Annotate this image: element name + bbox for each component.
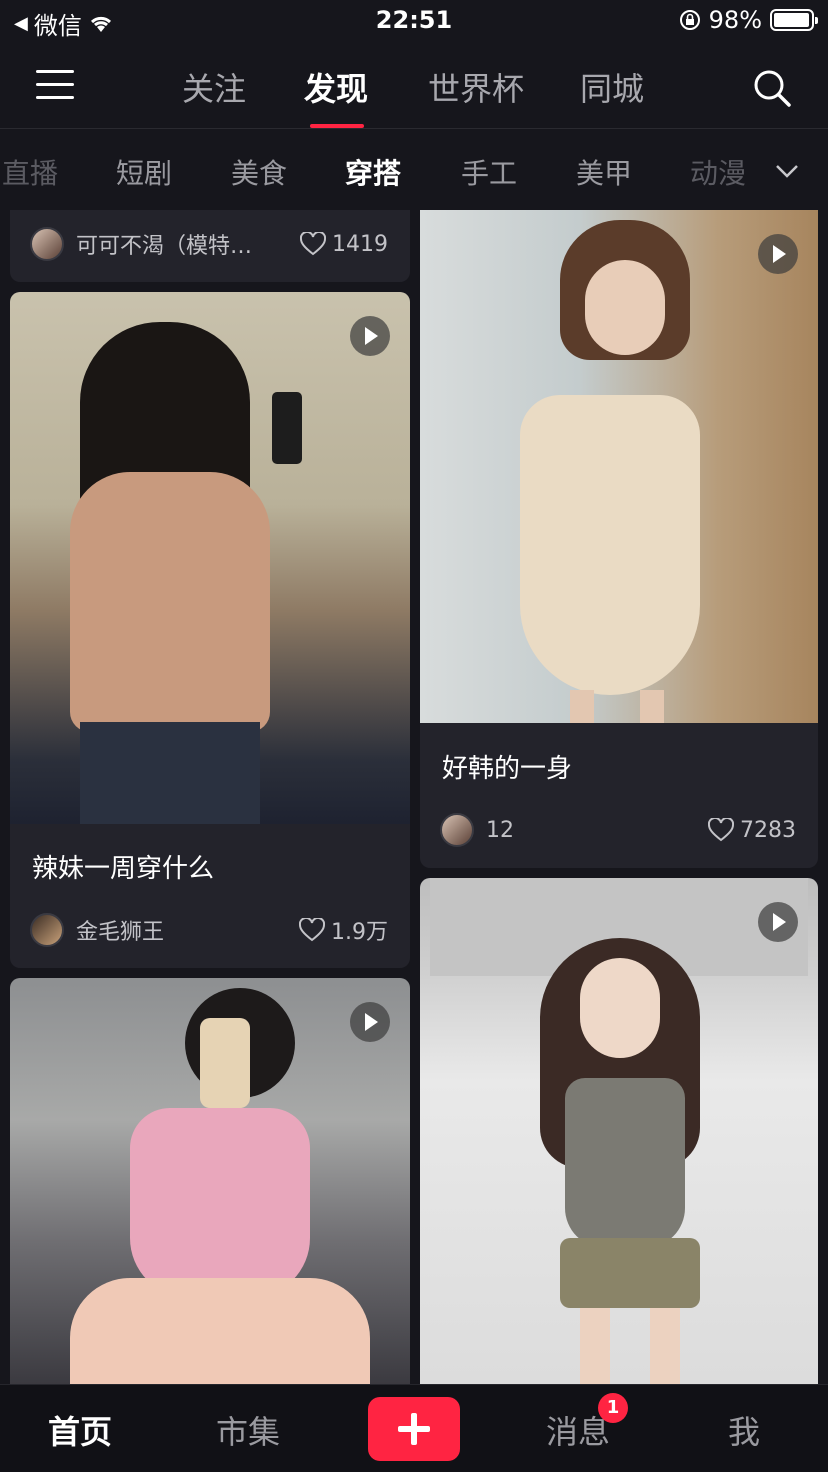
author-name[interactable]: 12	[486, 818, 514, 843]
search-icon[interactable]	[752, 68, 792, 108]
heart-icon	[300, 232, 326, 256]
chevron-down-icon	[776, 165, 798, 178]
nav-divider	[0, 128, 828, 129]
tab-world-cup[interactable]: 世界杯	[428, 64, 524, 110]
avatar[interactable]	[440, 813, 474, 847]
card-cover-image[interactable]	[420, 210, 818, 723]
avatar[interactable]	[30, 913, 64, 947]
feed-card[interactable]: 好韩的一身 12 7283	[420, 210, 818, 868]
play-icon	[350, 316, 390, 356]
card-meta: 金毛狮王 1.9万	[30, 912, 388, 948]
feed-card[interactable]	[10, 978, 410, 1384]
play-icon	[758, 234, 798, 274]
author-name[interactable]: 可可不渴（模特…	[76, 228, 252, 260]
like-count: 7283	[740, 817, 796, 843]
status-right: 98%	[679, 6, 818, 34]
nav-home[interactable]: 首页	[48, 1407, 112, 1453]
card-meta: 12 7283	[440, 812, 796, 848]
category-short-drama[interactable]: 短剧	[116, 152, 172, 192]
card-title[interactable]: 好韩的一身	[442, 748, 572, 785]
publish-button[interactable]	[368, 1397, 460, 1461]
category-handcraft[interactable]: 手工	[461, 152, 517, 192]
orientation-lock-icon	[679, 10, 700, 30]
like-count: 1419	[332, 231, 388, 257]
category-outfit[interactable]: 穿搭	[345, 152, 401, 192]
battery-icon	[770, 9, 818, 31]
card-cover-image[interactable]	[10, 292, 410, 824]
feed-card[interactable]	[420, 878, 818, 1384]
category-live[interactable]: 直播	[2, 152, 58, 192]
category-row: 直播 短剧 美食 穿搭 手工 美甲 动漫	[0, 140, 828, 202]
like-button[interactable]: 1.9万	[299, 914, 388, 946]
tab-discover[interactable]: 发现	[304, 64, 368, 110]
avatar[interactable]	[30, 227, 64, 261]
card-title[interactable]: 辣妹一周穿什么	[32, 848, 214, 885]
feed-card[interactable]: 辣妹一周穿什么 金毛狮王 1.9万	[10, 292, 410, 968]
category-anime[interactable]: 动漫	[690, 152, 746, 192]
battery-percent: 98%	[708, 6, 762, 34]
category-nails[interactable]: 美甲	[576, 152, 632, 192]
like-button[interactable]: 1419	[300, 232, 388, 257]
card-cover-image[interactable]	[10, 978, 410, 1384]
heart-icon	[708, 818, 734, 842]
status-bar: ◀ 微信 22:51 98%	[0, 0, 828, 44]
nav-market[interactable]: 市集	[216, 1407, 280, 1453]
card-cover-image[interactable]	[420, 878, 818, 1384]
nav-me[interactable]: 我	[728, 1407, 760, 1453]
messages-badge: 1	[598, 1393, 628, 1423]
play-icon	[758, 902, 798, 942]
feed-card-partial[interactable]: 可可不渴（模特… 1419	[10, 210, 410, 282]
bottom-nav: 首页 市集 消息 1 我	[0, 1384, 828, 1472]
heart-icon	[299, 918, 325, 942]
card-meta: 可可不渴（模特… 1419	[30, 226, 388, 262]
tab-nearby[interactable]: 同城	[580, 64, 644, 110]
like-button[interactable]: 7283	[708, 818, 796, 843]
top-tabs: 关注 发现 世界杯 同城	[0, 64, 828, 128]
categories-expand[interactable]	[746, 140, 828, 202]
category-food[interactable]: 美食	[231, 152, 287, 192]
top-nav: 关注 发现 世界杯 同城	[0, 50, 828, 128]
like-count: 1.9万	[331, 920, 388, 945]
play-icon	[350, 1002, 390, 1042]
tab-follow[interactable]: 关注	[182, 64, 246, 110]
author-name[interactable]: 金毛狮王	[76, 914, 164, 946]
